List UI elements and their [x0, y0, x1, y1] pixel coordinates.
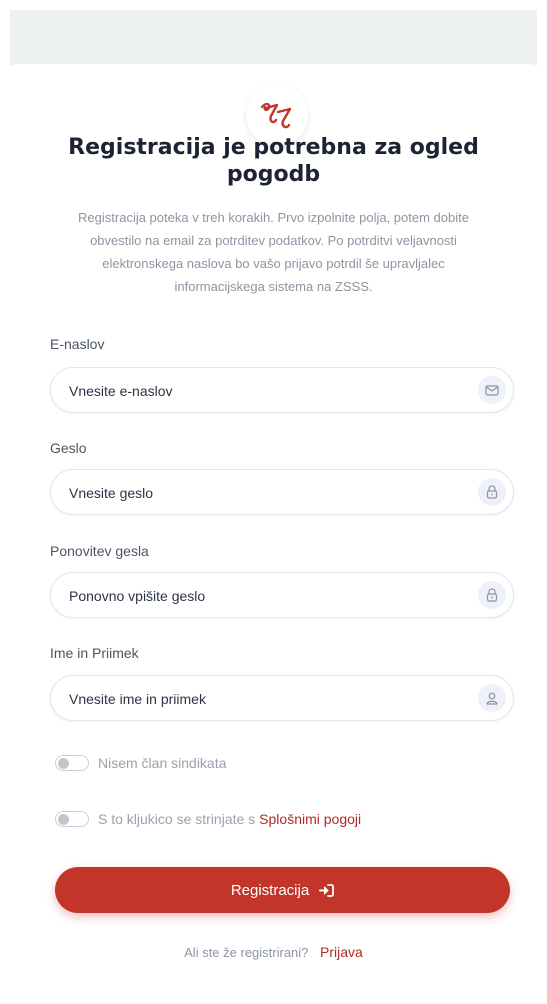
terms-label: S to kljukico se strinjate s [98, 811, 256, 827]
intro-text: Registracija poteka v treh korakih. Prvo… [78, 210, 469, 294]
page-title: Registracija je potrebna za ogled pogodb [68, 135, 479, 187]
password-repeat-field[interactable] [67, 573, 461, 619]
password-label: Geslo [50, 440, 87, 456]
login-question: Ali ste že registrirani? [184, 945, 309, 960]
password-field-wrapper [50, 469, 514, 516]
login-link[interactable]: Prijava [320, 944, 363, 960]
not-member-toggle[interactable] [55, 755, 89, 771]
sign-in-arrow-icon [319, 883, 335, 897]
full-name-field-wrapper [50, 675, 514, 722]
full-name-field[interactable] [67, 676, 461, 722]
email-label: E-naslov [50, 336, 105, 352]
email-field[interactable] [67, 368, 461, 414]
not-member-row: Nisem član sindikata [55, 752, 226, 774]
logo-mark-icon [260, 102, 292, 129]
user-icon [478, 684, 506, 712]
terms-link[interactable]: Splošnimi pogoji [259, 811, 361, 827]
not-member-label: Nisem član sindikata [98, 755, 227, 771]
terms-toggle[interactable] [55, 811, 89, 827]
password-repeat-label: Ponovitev gesla [50, 543, 149, 559]
lock-icon [478, 478, 506, 506]
registration-card [0, 64, 547, 1004]
password-repeat-field-wrapper [50, 572, 514, 619]
full-name-label: Ime in Priimek [50, 645, 139, 661]
register-button[interactable]: Registracija [55, 867, 510, 913]
mail-icon [478, 376, 506, 404]
top-bar [10, 10, 537, 70]
email-field-wrapper [50, 367, 514, 414]
login-prompt: Ali ste že registrirani? Prijava [0, 944, 547, 960]
terms-row: S to kljukico se strinjate s Splošnimi p… [55, 808, 361, 830]
lock-icon [478, 581, 506, 609]
register-button-label: Registracija [230, 881, 310, 899]
password-field[interactable] [67, 470, 461, 516]
